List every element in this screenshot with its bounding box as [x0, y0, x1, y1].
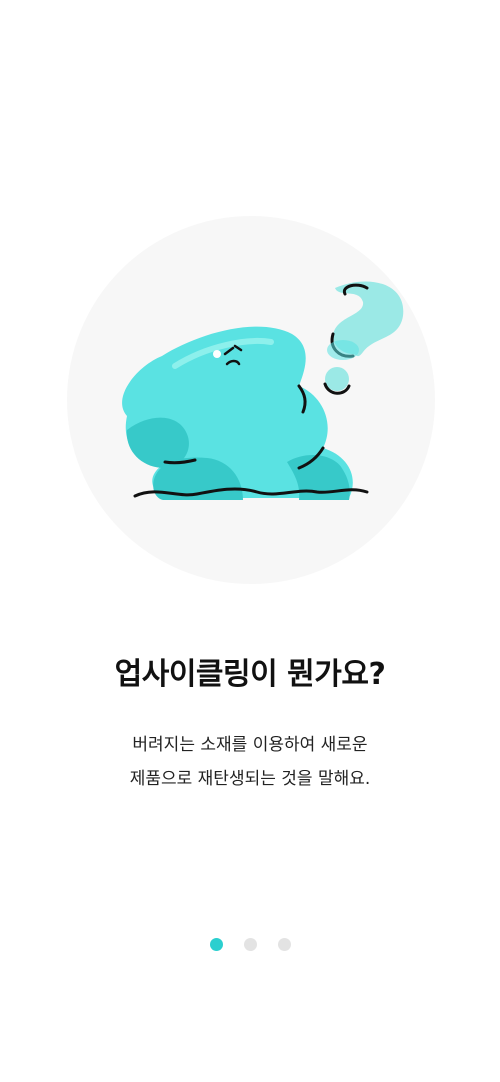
- page-indicator: [0, 938, 500, 954]
- page-dot-2[interactable]: [243, 938, 257, 951]
- description-line-2: 제품으로 재탄생되는 것을 말해요.: [129, 769, 371, 789]
- page-dot-1[interactable]: [209, 938, 223, 951]
- description-text: 버려지는 소재를 이용하여 새로운 제품으로 재탄생되는 것을 말해요.: [0, 728, 500, 796]
- confused-blob-illustration: [122, 281, 404, 500]
- page-title: 업사이클링이 뭔가요?: [114, 657, 386, 692]
- description-line-1: 버려지는 소재를 이용하여 새로운: [132, 735, 368, 755]
- onboarding-screen: 업사이클링이 뭔가요? 버려지는 소재를 이용하여 새로운 제품으로 재탄생되는…: [0, 0, 500, 1082]
- illustration-circle: [67, 216, 435, 584]
- page-dot-3[interactable]: [277, 938, 291, 951]
